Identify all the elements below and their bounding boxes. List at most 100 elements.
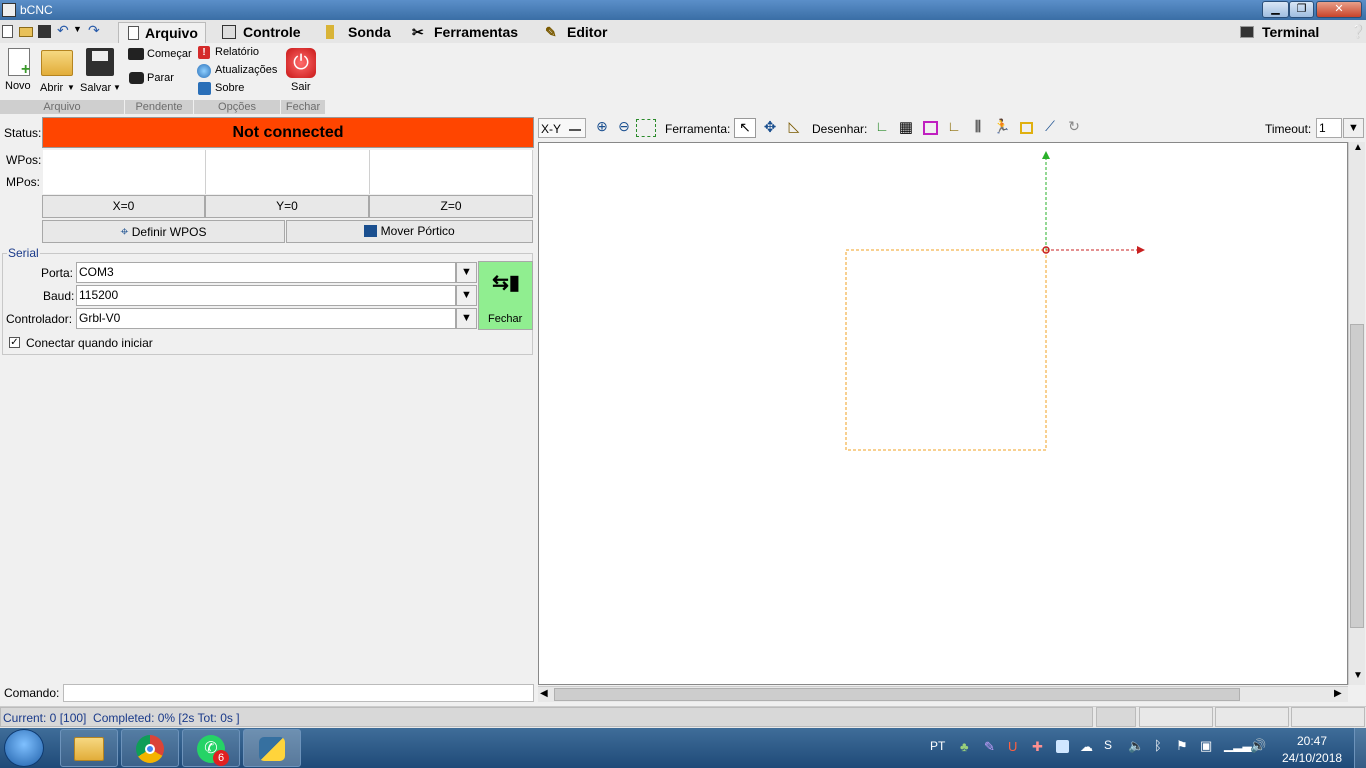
close-button[interactable]: ✕ [1316, 1, 1362, 18]
set-wpos-button[interactable]: ⌖ Definir WPOS [42, 220, 285, 243]
updates-button[interactable]: Atualizações [197, 63, 281, 79]
timeout-dropdown-button[interactable]: ▼ [1343, 118, 1364, 138]
show-desktop-button[interactable] [1354, 728, 1366, 768]
auto-connect-checkbox[interactable]: ✓ [9, 337, 20, 348]
zoom-fit-icon[interactable] [636, 119, 656, 137]
about-button[interactable]: Sobre [197, 81, 257, 97]
undo-icon[interactable]: ↶ [57, 22, 69, 39]
tray-security-icon[interactable]: ✚ [1032, 739, 1043, 755]
clock-time[interactable]: 20:47 [1297, 734, 1327, 748]
rapid-icon[interactable] [1020, 122, 1033, 134]
paths-icon[interactable]: ⟋ [1039, 118, 1061, 138]
language-indicator[interactable]: PT [930, 739, 945, 753]
timeout-select[interactable]: 1 [1316, 118, 1342, 138]
vertical-scrollbar[interactable]: ▲ ▼ [1348, 142, 1365, 685]
view-select[interactable]: X-Y [538, 118, 586, 138]
new-button[interactable]: + Novo [3, 46, 33, 96]
controller-dropdown-button[interactable]: ▼ [456, 308, 477, 329]
ruler-icon[interactable]: ◺ [783, 118, 805, 138]
open-button[interactable]: Abrir ▼ [38, 46, 78, 96]
taskbar-explorer[interactable] [60, 729, 118, 767]
start-button[interactable]: Começar [128, 47, 192, 65]
margins-icon[interactable] [923, 121, 938, 135]
tab-terminal[interactable]: Terminal [1240, 22, 1340, 43]
controller-value: Grbl-V0 [79, 311, 121, 325]
open-folder-icon[interactable] [19, 27, 33, 37]
play-icon [128, 48, 144, 60]
tab-ferramentas[interactable]: ✂ Ferramentas [412, 22, 542, 43]
redo-icon[interactable]: ↷ [88, 22, 100, 39]
canvas-drawing [845, 151, 1145, 451]
status-progress: Current: 0 [100] Completed: 0% [2s Tot: … [0, 707, 1093, 727]
tray-cloud-icon[interactable]: ☁ [1080, 739, 1093, 755]
tab-editor[interactable]: ✎ Editor [545, 22, 625, 43]
zero-y-button[interactable]: Y=0 [205, 195, 369, 218]
wpos-y-value [206, 150, 370, 194]
bluetooth-icon[interactable]: ᛒ [1154, 738, 1162, 753]
baud-dropdown-button[interactable]: ▼ [456, 285, 477, 306]
probe-icon[interactable]: ⫼ [967, 118, 989, 138]
select-pointer-icon[interactable]: ↖ [734, 118, 756, 138]
chevron-down-icon: ▼ [67, 83, 75, 92]
help-icon[interactable]: ❔ [1350, 24, 1366, 40]
taskbar-python[interactable] [243, 729, 301, 767]
status-value: Not connected [232, 124, 344, 141]
tab-arquivo[interactable]: Arquivo [118, 22, 206, 43]
chevron-down-icon[interactable]: ▼ [73, 24, 82, 34]
app-icon [2, 3, 16, 17]
scroll-right-arrow[interactable]: ▶ [1334, 688, 1342, 699]
zero-x-button[interactable]: X=0 [42, 195, 205, 218]
zoom-in-icon[interactable]: ⊕ [592, 118, 612, 138]
tab-controle[interactable]: Controle [222, 22, 320, 43]
port-dropdown-button[interactable]: ▼ [456, 262, 477, 283]
tray-box-icon[interactable] [1056, 740, 1069, 753]
report-button[interactable]: ! Relatório [197, 45, 277, 61]
move-gantry-button[interactable]: Mover Pórtico [286, 220, 533, 243]
status-badge: Not connected [42, 117, 534, 148]
gantry-icon [364, 225, 378, 237]
zero-z-button[interactable]: Z=0 [369, 195, 533, 218]
gcode-canvas[interactable] [538, 142, 1348, 685]
move-icon[interactable]: ✥ [759, 118, 781, 138]
port-select[interactable]: COM3 [76, 262, 456, 283]
tab-sonda[interactable]: Sonda [326, 22, 406, 43]
run-icon[interactable]: 🏃 [991, 118, 1013, 138]
baud-select[interactable]: 115200 [76, 285, 456, 306]
taskbar-chrome[interactable] [121, 729, 179, 767]
exit-button[interactable]: ⏻ Sair [284, 46, 318, 96]
scroll-down-arrow[interactable]: ▼ [1353, 670, 1363, 681]
horizontal-scroll-thumb[interactable] [554, 688, 1240, 701]
tray-magnet-icon[interactable]: U [1008, 739, 1017, 754]
taskbar-whatsapp[interactable]: ✆ 6 [182, 729, 240, 767]
save-button[interactable]: Salvar ▼ [80, 46, 122, 96]
zoom-out-icon[interactable]: ⊖ [614, 118, 634, 138]
tray-feather-icon[interactable]: ✎ [984, 739, 995, 755]
volume-icon[interactable]: 🔈 [1128, 738, 1144, 754]
connect-toggle-button[interactable]: ⇆▮ Fechar [478, 261, 533, 330]
folder-icon [74, 737, 104, 761]
horizontal-scrollbar[interactable]: ◀ ▶ [538, 686, 1348, 702]
refresh-icon[interactable]: ↻ [1063, 118, 1085, 138]
scroll-left-arrow[interactable]: ◀ [540, 688, 548, 699]
speaker-icon[interactable]: 🔊 [1250, 738, 1266, 754]
new-file-icon[interactable] [2, 25, 13, 38]
start-orb[interactable] [4, 729, 44, 767]
clock-date[interactable]: 24/10/2018 [1282, 751, 1342, 765]
stop-button[interactable]: Parar [128, 71, 192, 89]
grid-icon[interactable]: ▦ [895, 118, 917, 138]
minimize-button[interactable]: ▁ [1262, 1, 1289, 18]
vertical-scroll-thumb[interactable] [1350, 324, 1364, 628]
workarea-icon[interactable]: ∟ [943, 118, 965, 138]
signal-icon[interactable]: ▁▂▃ [1224, 738, 1252, 752]
pencil-icon: ✎ [545, 24, 557, 40]
save-icon[interactable] [38, 25, 51, 38]
controller-select[interactable]: Grbl-V0 [76, 308, 456, 329]
tray-app-icon[interactable]: ♣ [960, 739, 969, 754]
axes-icon[interactable]: ∟ [871, 118, 893, 138]
maximize-button[interactable]: ❐ [1289, 1, 1314, 18]
network-warning-icon[interactable]: ⚑ [1176, 738, 1188, 754]
power-plug-icon[interactable]: ▣ [1200, 738, 1212, 754]
command-input[interactable] [63, 684, 534, 702]
scroll-up-arrow[interactable]: ▲ [1353, 142, 1363, 153]
tray-skype-icon[interactable]: S [1104, 738, 1112, 752]
